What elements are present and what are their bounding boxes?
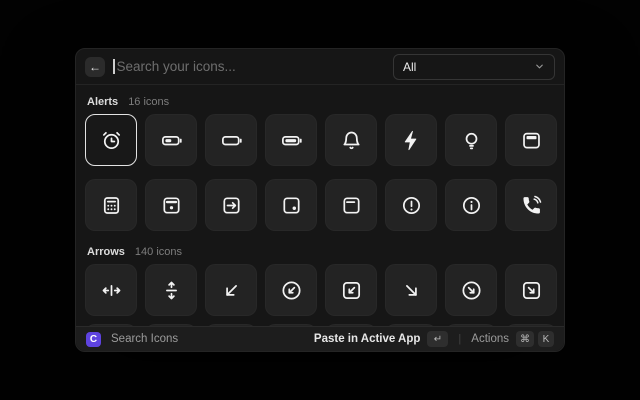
arrows-vertical-icon: [160, 279, 183, 302]
arrow-down-left-square-icon: [340, 279, 363, 302]
icon-tile-bolt[interactable]: [385, 114, 437, 166]
phone-ring-icon: [520, 194, 543, 217]
return-key-badge[interactable]: ↵: [427, 331, 448, 347]
section-header-alerts: Alerts 16 icons: [87, 96, 553, 108]
icon-tile-arrow-down-left-square[interactable]: [325, 264, 377, 316]
filter-dropdown[interactable]: All: [393, 54, 555, 80]
icon-tile-info-circle[interactable]: [445, 179, 497, 231]
arrows-icon-grid: [85, 264, 555, 316]
search-input[interactable]: [115, 59, 394, 74]
paste-action-label[interactable]: Paste in Active App: [314, 333, 421, 345]
section-title: Alerts: [87, 96, 118, 108]
icon-tile-bell[interactable]: [325, 114, 377, 166]
box-bar-dot-icon: [160, 194, 183, 217]
icon-tile-arrow-down-right-square[interactable]: [505, 264, 557, 316]
section-count: 140 icons: [135, 246, 182, 258]
icon-tile-battery-full[interactable]: [265, 114, 317, 166]
arrows-horizontal-icon: [100, 279, 123, 302]
calculator-icon: [100, 194, 123, 217]
alert-circle-icon: [400, 194, 423, 217]
icon-tile-arrow-down-left[interactable]: [205, 264, 257, 316]
icon-tile-window-alert-bar[interactable]: [505, 114, 557, 166]
app-logo: C: [86, 332, 101, 347]
box-dot-icon: [280, 194, 303, 217]
actions-menu-label[interactable]: Actions: [471, 333, 509, 345]
app-name: Search Icons: [111, 333, 178, 345]
icon-tile-alert-circle[interactable]: [385, 179, 437, 231]
bolt-icon: [400, 129, 423, 152]
icon-tile-battery-medium[interactable]: [145, 114, 197, 166]
arrow-down-left-icon: [220, 279, 243, 302]
search-bar: ← All: [76, 49, 564, 85]
footer-divider: |: [458, 333, 461, 345]
back-button[interactable]: ←: [85, 57, 105, 77]
battery-medium-icon: [160, 129, 183, 152]
icon-tile-battery-empty[interactable]: [205, 114, 257, 166]
window-alert-bar-icon: [520, 129, 543, 152]
app-logo-letter: C: [90, 334, 97, 345]
arrow-down-right-circle-icon: [460, 279, 483, 302]
icon-tile-box-arrow-right[interactable]: [205, 179, 257, 231]
icon-tile-alarm-clock[interactable]: [85, 114, 137, 166]
desktop-background: ← All Alerts 16 icons Arrows 140 icons: [0, 0, 640, 400]
command-key-badge[interactable]: ⌘: [516, 331, 534, 347]
section-count: 16 icons: [128, 96, 169, 108]
icon-tile-box-dot[interactable]: [265, 179, 317, 231]
icon-tile-arrow-down-right-circle[interactable]: [445, 264, 497, 316]
filter-value: All: [403, 60, 416, 74]
lightbulb-icon: [460, 129, 483, 152]
back-arrow-icon: ←: [89, 61, 101, 73]
icon-tile-arrows-vertical[interactable]: [145, 264, 197, 316]
icon-tile-window-bar[interactable]: [325, 179, 377, 231]
icon-tile-calculator[interactable]: [85, 179, 137, 231]
arrow-down-right-square-icon: [520, 279, 543, 302]
icon-tile-lightbulb[interactable]: [445, 114, 497, 166]
icon-tile-arrow-down-right[interactable]: [385, 264, 437, 316]
section-header-arrows: Arrows 140 icons: [87, 246, 553, 258]
k-key-badge[interactable]: K: [538, 331, 554, 347]
battery-full-icon: [280, 129, 303, 152]
icon-browser: Alerts 16 icons Arrows 140 icons: [76, 85, 564, 326]
arrow-down-left-circle-icon: [280, 279, 303, 302]
section-title: Arrows: [87, 246, 125, 258]
box-arrow-right-icon: [220, 194, 243, 217]
alarm-clock-icon: [100, 129, 123, 152]
chevron-down-icon: [534, 61, 545, 72]
bell-icon: [340, 129, 363, 152]
battery-empty-icon: [220, 129, 243, 152]
icon-tile-arrows-horizontal[interactable]: [85, 264, 137, 316]
icon-tile-box-bar-dot[interactable]: [145, 179, 197, 231]
icon-tile-phone-ring[interactable]: [505, 179, 557, 231]
window-bar-icon: [340, 194, 363, 217]
alerts-icon-grid: [85, 114, 555, 231]
icon-tile-arrow-down-left-circle[interactable]: [265, 264, 317, 316]
status-bar: C Search Icons Paste in Active App ↵ | A…: [76, 326, 564, 351]
icon-search-window: ← All Alerts 16 icons Arrows 140 icons: [75, 48, 565, 352]
info-circle-icon: [460, 194, 483, 217]
arrow-down-right-icon: [400, 279, 423, 302]
